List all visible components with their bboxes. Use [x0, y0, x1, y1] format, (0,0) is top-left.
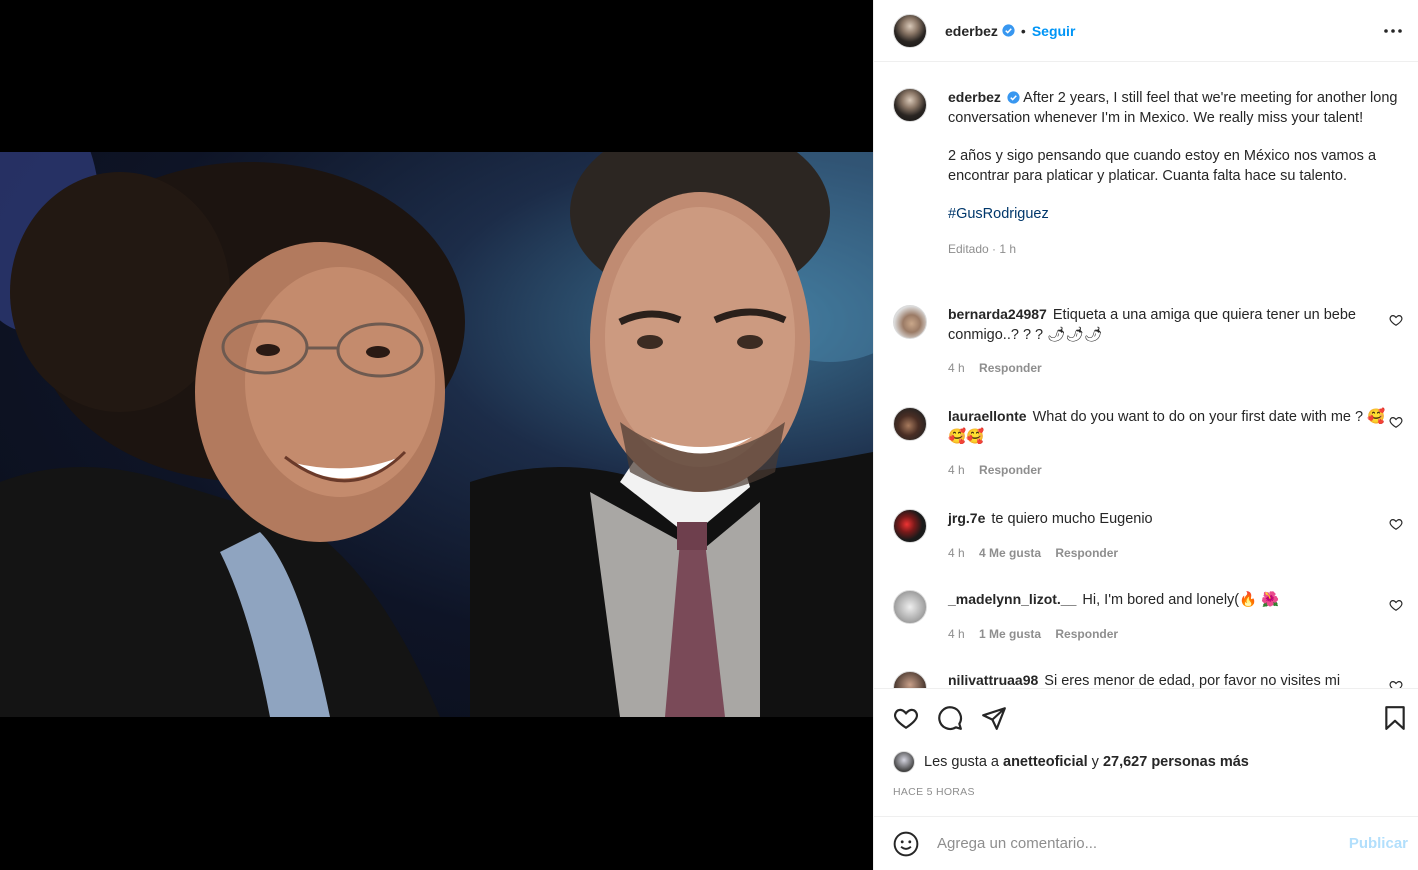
caption: ederbez After 2 years, I still feel that…	[893, 88, 1403, 256]
comment-username[interactable]: bernarda24987	[948, 306, 1047, 322]
caption-username[interactable]: ederbez	[948, 89, 1001, 105]
comment-item: nilivattruaa98 Si eres menor de edad, po…	[893, 671, 1403, 688]
comment-text: te quiero mucho Eugenio	[991, 511, 1153, 527]
comment-username[interactable]: jrg.7e	[948, 510, 985, 526]
action-icons	[893, 705, 1007, 731]
post-timestamp[interactable]: HACE 5 HORAS	[893, 786, 975, 798]
more-options-button[interactable]	[1381, 19, 1405, 43]
comment-time: 4 h	[948, 545, 965, 560]
comment-username[interactable]: _madelynn_lizot.__	[948, 591, 1076, 607]
send-paper-plane-icon	[982, 707, 1006, 730]
author-username[interactable]: ederbez	[945, 23, 998, 39]
comment-time: 4 h	[948, 361, 965, 375]
separator-dot: •	[1020, 22, 1026, 39]
comment-time: 4 h	[948, 463, 965, 477]
post-photo[interactable]	[0, 152, 873, 717]
comment-likes-count[interactable]: 1 Me gusta	[979, 627, 1041, 641]
publish-button[interactable]: Publicar	[1349, 835, 1408, 852]
comment-button[interactable]	[937, 705, 963, 731]
liker-avatar[interactable]	[893, 751, 915, 773]
caption-hashtag[interactable]: #GusRodriguez	[948, 205, 1403, 225]
like-button[interactable]	[893, 705, 919, 731]
likes-count[interactable]: 27,627 personas más	[1103, 754, 1249, 770]
comment-likes-count[interactable]: 4 Me gusta	[979, 546, 1041, 560]
post-header: ederbez • Seguir	[874, 0, 1418, 62]
comment-like-heart-icon[interactable]	[1389, 313, 1403, 327]
reply-button[interactable]: Responder	[979, 463, 1042, 477]
comment-item: lauraellonte What do you want to do on y…	[893, 407, 1403, 477]
post-side-panel: ederbez • Seguir ederbez After 2 years, …	[873, 0, 1418, 870]
edited-time: Editado · 1 h	[948, 241, 1017, 256]
comment-body: _madelynn_lizot.__ Hi, I'm bored and lon…	[948, 590, 1403, 611]
likes-prefix: Les gusta a	[924, 754, 999, 770]
comment-item: jrg.7e te quiero mucho Eugenio 4 h 4 Me …	[893, 509, 1403, 560]
heart-icon	[893, 708, 919, 730]
share-button[interactable]	[981, 705, 1007, 731]
caption-text-es: 2 años y sigo pensando que cuando estoy …	[948, 148, 1377, 184]
reply-button[interactable]: Responder	[1055, 546, 1118, 560]
comment-meta: 4 h 4 Me gusta Responder	[948, 546, 1403, 560]
follow-button[interactable]: Seguir	[1032, 23, 1076, 39]
comment-like-heart-icon[interactable]	[1389, 517, 1403, 531]
comment-like-heart-icon[interactable]	[1389, 415, 1403, 429]
comment-body: jrg.7e te quiero mucho Eugenio	[948, 509, 1403, 530]
comment-avatar[interactable]	[893, 671, 927, 688]
caption-body: ederbez After 2 years, I still feel that…	[948, 88, 1403, 225]
comment-body: lauraellonte What do you want to do on y…	[948, 407, 1403, 447]
post-actions: Les gusta a anetteoficial y 27,627 perso…	[874, 688, 1418, 828]
instagram-post-modal: ederbez • Seguir ederbez After 2 years, …	[0, 0, 1418, 870]
comment-body: nilivattruaa98 Si eres menor de edad, po…	[948, 671, 1403, 688]
comment-meta: 4 h Responder	[948, 463, 1403, 477]
caption-avatar[interactable]	[893, 88, 927, 122]
comment-meta: 4 h Responder	[948, 361, 1403, 375]
comment-item: _madelynn_lizot.__ Hi, I'm bored and lon…	[893, 590, 1403, 641]
comment-avatar[interactable]	[893, 509, 927, 543]
comment-item: bernarda24987 Etiqueta a una amiga que q…	[893, 305, 1403, 375]
add-comment-bar: Publicar	[874, 816, 1418, 870]
comment-meta: 4 h 1 Me gusta Responder	[948, 627, 1403, 641]
comment-like-heart-icon[interactable]	[1389, 598, 1403, 612]
bookmark-icon	[1385, 706, 1405, 730]
liked-by-user[interactable]: anetteoficial	[1003, 754, 1088, 770]
verified-badge-icon	[1002, 24, 1015, 37]
comment-input[interactable]	[937, 835, 1327, 852]
likes-middle: y	[1091, 754, 1099, 770]
reply-button[interactable]: Responder	[979, 361, 1042, 375]
author-avatar[interactable]	[893, 13, 927, 48]
comment-username[interactable]: nilivattruaa98	[948, 672, 1038, 688]
comment-username[interactable]: lauraellonte	[948, 408, 1027, 424]
comment-bubble-icon	[938, 706, 963, 731]
photo-illustration	[0, 152, 873, 717]
comment-body: bernarda24987 Etiqueta a una amiga que q…	[948, 305, 1403, 345]
post-media	[0, 0, 873, 870]
emoji-smiley-icon[interactable]	[893, 831, 919, 857]
comment-time: 4 h	[948, 626, 965, 641]
comment-avatar[interactable]	[893, 407, 927, 441]
reply-button[interactable]: Responder	[1055, 627, 1118, 641]
comment-text: Hi, I'm bored and lonely(🔥 🌺	[1082, 592, 1280, 608]
comment-avatar[interactable]	[893, 305, 927, 339]
save-button[interactable]	[1382, 705, 1408, 731]
comment-avatar[interactable]	[893, 590, 927, 624]
comments-list[interactable]: ederbez After 2 years, I still feel that…	[874, 63, 1418, 688]
comment-like-heart-icon[interactable]	[1389, 679, 1403, 688]
more-horizontal-icon	[1384, 29, 1402, 33]
caption-meta: Editado · 1 h	[948, 242, 1403, 256]
comment-text: Si eres menor de edad, por favor no visi…	[1044, 673, 1341, 688]
likes-summary: Les gusta a anetteoficial y 27,627 perso…	[893, 751, 1249, 773]
verified-badge-icon	[1007, 91, 1020, 104]
